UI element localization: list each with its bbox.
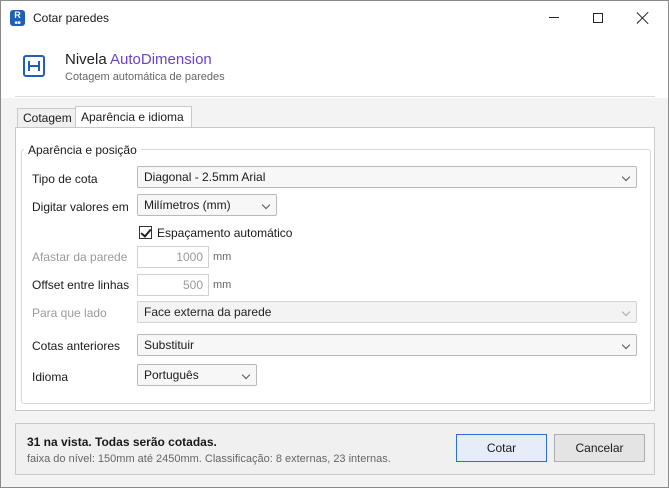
side-label: Para que lado xyxy=(32,306,107,320)
close-button[interactable] xyxy=(620,1,666,34)
window-title: Cotar paredes xyxy=(33,11,110,25)
offset-wall-input[interactable]: 1000 xyxy=(137,246,209,268)
offset-lines-label: Offset entre linhas xyxy=(32,278,130,292)
maximize-icon xyxy=(593,12,603,23)
side-value: Face externa da parede xyxy=(144,305,272,319)
offset-wall-label: Afastar da parede xyxy=(32,250,128,264)
previous-value: Substituir xyxy=(144,338,195,352)
chevron-down-icon xyxy=(621,340,631,350)
tab-panel: Aparência e posição Tipo de cota Diagona… xyxy=(15,127,655,411)
dialog-window: R ■■ Cotar paredes Nivela AutoDimension C… xyxy=(0,0,669,488)
offset-wall-unit: mm xyxy=(213,251,232,263)
header-title-accent: AutoDimension xyxy=(110,51,212,68)
previous-label: Cotas anteriores xyxy=(32,339,121,353)
dialog-footer: 31 na vista. Todas serão cotadas. faixa … xyxy=(15,423,655,475)
dialog-header: Nivela AutoDimension Cotagem automática … xyxy=(1,34,668,98)
language-value: Português xyxy=(144,368,199,382)
units-label: Digitar valores em xyxy=(32,200,129,214)
header-divider xyxy=(15,96,655,97)
chevron-down-icon xyxy=(621,172,631,182)
offset-lines-unit: mm xyxy=(213,279,232,291)
header-subtitle: Cotagem automática de paredes xyxy=(65,71,225,83)
status-detail: faixa do nível: 150mm até 2450mm. Classi… xyxy=(27,453,391,465)
group-title: Aparência e posição xyxy=(24,143,141,157)
auto-spacing-checkbox[interactable] xyxy=(139,226,152,239)
minimize-icon xyxy=(549,17,559,18)
cancel-button[interactable]: Cancelar xyxy=(554,434,645,462)
tab-aparencia-idioma[interactable]: Aparência e idioma xyxy=(75,106,192,129)
units-value: Milímetros (mm) xyxy=(144,198,231,212)
minimize-button[interactable] xyxy=(531,1,577,34)
header-title: Nivela AutoDimension xyxy=(65,51,212,68)
app-icon: R ■■ xyxy=(10,10,25,26)
cotar-button[interactable]: Cotar xyxy=(456,434,547,462)
maximize-button[interactable] xyxy=(575,1,621,34)
chevron-down-icon xyxy=(241,370,251,380)
dimension-icon xyxy=(23,55,45,77)
tab-cotagem[interactable]: Cotagem xyxy=(17,108,76,128)
auto-spacing-label: Espaçamento automático xyxy=(157,226,293,240)
close-icon xyxy=(637,12,649,24)
dim-type-value: Diagonal - 2.5mm Arial xyxy=(144,170,266,184)
units-select[interactable]: Milímetros (mm) xyxy=(137,194,277,216)
language-label: Idioma xyxy=(32,370,69,384)
language-select[interactable]: Português xyxy=(137,364,257,386)
side-select: Face externa da parede xyxy=(137,301,637,323)
chevron-down-icon xyxy=(261,200,271,210)
chevron-down-icon xyxy=(621,307,631,317)
offset-lines-input[interactable]: 500 xyxy=(137,274,209,296)
title-bar[interactable]: R ■■ Cotar paredes xyxy=(1,1,668,34)
previous-select[interactable]: Substituir xyxy=(137,334,637,356)
dim-type-select[interactable]: Diagonal - 2.5mm Arial xyxy=(137,166,637,188)
dim-type-label: Tipo de cota xyxy=(32,172,98,186)
status-text: 31 na vista. Todas serão cotadas. xyxy=(27,435,217,449)
